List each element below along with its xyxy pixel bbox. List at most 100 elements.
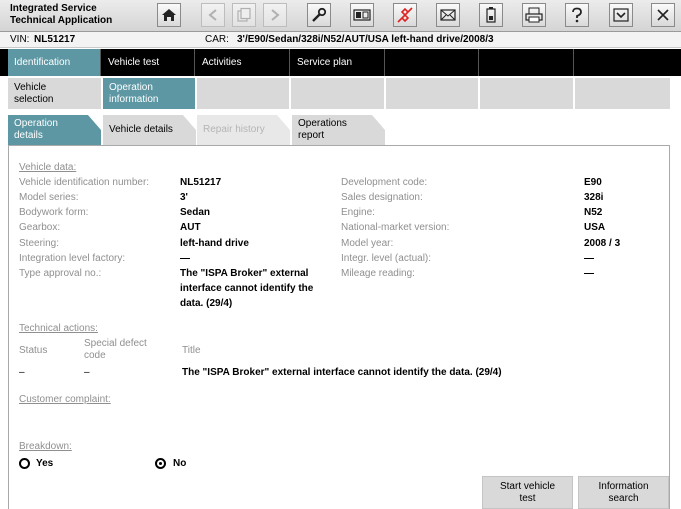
subtab-label-line1: Vehicle [14, 82, 47, 93]
dropdown-button[interactable] [609, 3, 633, 27]
engine-label: Engine: [341, 207, 375, 218]
title-bar: Integrated Service Technical Application [0, 0, 681, 32]
subtab-empty-6 [480, 78, 575, 109]
mileage-reading-value: — [584, 268, 594, 279]
integration-level-actual-value: — [584, 253, 594, 264]
col-status-header: Status [19, 345, 48, 356]
gearbox-label: Gearbox: [19, 222, 61, 233]
information-search-button[interactable]: Information search [578, 476, 669, 509]
development-code-label: Development code: [341, 177, 428, 188]
integration-level-factory-value: — [180, 253, 190, 264]
subtab-empty-7 [575, 78, 670, 109]
steering-value: left-hand drive [180, 238, 249, 249]
national-market-version-label: National-market version: [341, 222, 450, 233]
tab-operation-details[interactable]: Operation details [8, 115, 101, 145]
display-button[interactable] [350, 3, 374, 27]
tab-empty-6 [480, 49, 574, 76]
tab-label-line2: report [298, 130, 325, 141]
battery-icon [486, 7, 496, 23]
tab-vehicle-test[interactable]: Vehicle test [102, 49, 195, 76]
sub-nav: Vehicle selection Operation information [0, 78, 681, 110]
car-label: CAR: [205, 34, 229, 45]
help-icon [572, 7, 582, 23]
technical-action-status: – [19, 367, 25, 378]
technical-action-defect-code: – [84, 367, 90, 378]
bodywork-form-value: Sedan [180, 207, 211, 218]
back-icon [208, 9, 217, 21]
type-approval-value-line1: The "ISPA Broker" external [180, 268, 309, 279]
forward-button[interactable] [263, 3, 287, 27]
vin-field-value: NL51217 [180, 177, 222, 188]
integration-level-actual-label: Integr. level (actual): [341, 253, 432, 264]
vin-field-label: Vehicle identification number: [19, 177, 150, 188]
tab-operations-report[interactable]: Operations report [292, 115, 385, 145]
print-icon [525, 7, 543, 23]
subtab-empty-5 [386, 78, 480, 109]
back-button[interactable] [201, 3, 225, 27]
vin-label: VIN: [10, 34, 30, 45]
subtab-empty-4 [291, 78, 386, 109]
breakdown-yes-label: Yes [36, 458, 54, 469]
tab-service-plan[interactable]: Service plan [291, 49, 385, 76]
print-button[interactable] [522, 3, 546, 27]
subtab-label-line2: selection [14, 94, 54, 105]
national-market-version-value: USA [584, 222, 606, 233]
dropdown-icon [613, 8, 629, 22]
model-series-label: Model series: [19, 192, 79, 203]
connection-button[interactable] [393, 3, 417, 27]
copy-button[interactable] [232, 3, 256, 27]
subtab-operation-information[interactable]: Operation information [103, 78, 197, 109]
vehicle-info-bar: VIN: NL51217 CAR: 3'/E90/Sedan/328i/N52/… [0, 32, 681, 48]
display-icon [353, 9, 371, 21]
tab-activities[interactable]: Activities [196, 49, 290, 76]
type-approval-label: Type approval no.: [19, 268, 102, 279]
mail-button[interactable] [436, 3, 460, 27]
technical-actions-heading: Technical actions: [19, 323, 98, 334]
connection-icon [397, 7, 413, 23]
tab-label-line1: Vehicle details [109, 124, 173, 135]
start-vehicle-test-line1: Start vehicle [499, 481, 556, 492]
subtab-vehicle-selection[interactable]: Vehicle selection [8, 78, 103, 109]
col-special-defect-line1: Special defect [84, 338, 147, 349]
service-functions-button[interactable] [307, 3, 331, 27]
customer-complaint-heading: Customer complaint: [19, 394, 111, 405]
mail-icon [440, 9, 456, 21]
information-search-line1: Information [598, 481, 649, 492]
home-button[interactable] [157, 3, 181, 27]
vin-value: NL51217 [34, 34, 76, 45]
technical-action-title: The "ISPA Broker" external interface can… [182, 367, 502, 378]
close-icon [657, 9, 669, 21]
tab-identification[interactable]: Identification [8, 49, 101, 76]
tab-label-line1: Repair history [203, 124, 265, 135]
tab-empty-5 [386, 49, 479, 76]
information-search-line2: search [608, 493, 639, 504]
help-button[interactable] [565, 3, 589, 27]
tab-label-line2: details [14, 130, 43, 141]
home-icon [162, 9, 176, 21]
battery-button[interactable] [479, 3, 503, 27]
vehicle-data-heading: Vehicle data: [19, 162, 77, 173]
steering-label: Steering: [19, 238, 60, 249]
main-nav: Identification Vehicle test Activities S… [0, 49, 681, 76]
wrench-icon [312, 7, 327, 22]
type-approval-value-line2: interface cannot identify the [180, 283, 314, 294]
model-year-label: Model year: [341, 238, 394, 249]
close-button[interactable] [651, 3, 675, 27]
copy-icon [237, 7, 251, 22]
operation-details-panel: Vehicle data: Vehicle identification num… [8, 145, 670, 509]
app-title-line1: Integrated Service [10, 3, 97, 14]
tab-repair-history[interactable]: Repair history [197, 115, 290, 145]
start-vehicle-test-line2: test [519, 493, 536, 504]
gearbox-value: AUT [180, 222, 201, 233]
sales-designation-label: Sales designation: [341, 192, 423, 203]
start-vehicle-test-button[interactable]: Start vehicle test [482, 476, 573, 509]
breakdown-yes-radio[interactable] [19, 458, 30, 469]
integration-level-factory-label: Integration level factory: [19, 253, 126, 264]
mileage-reading-label: Mileage reading: [341, 268, 415, 279]
subtab-empty-3 [197, 78, 291, 109]
app-title-line2: Technical Application [10, 15, 113, 26]
col-title-header: Title [182, 345, 201, 356]
breakdown-no-radio[interactable] [155, 458, 166, 469]
type-approval-value-line3: data. (29/4) [180, 298, 233, 309]
tab-vehicle-details[interactable]: Vehicle details [103, 115, 196, 145]
